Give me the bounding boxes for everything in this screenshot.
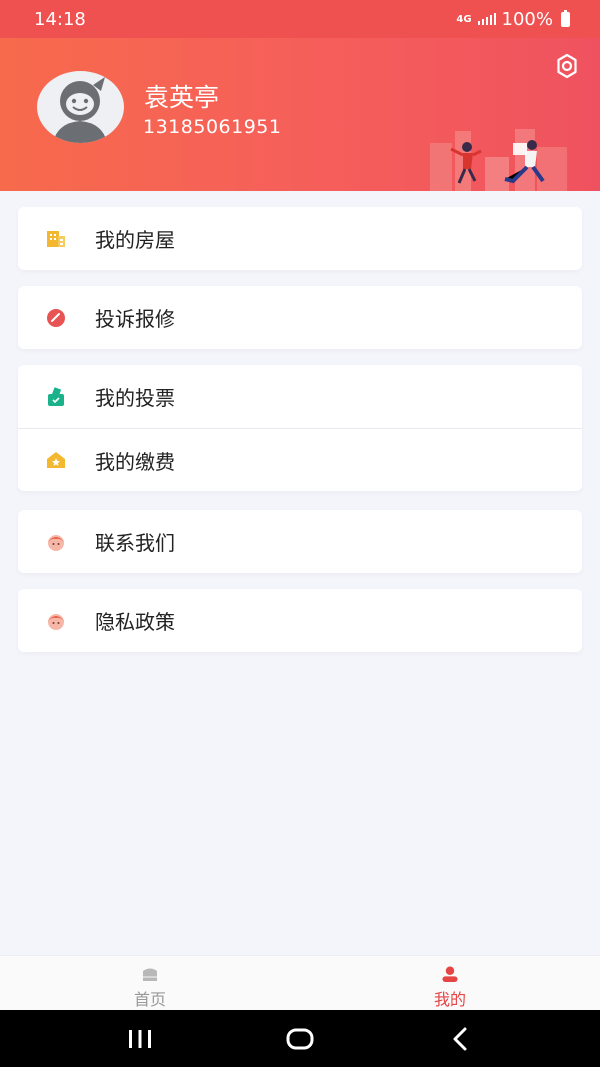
- menu-item-my-vote[interactable]: 我的投票: [18, 365, 582, 428]
- contact-icon: [45, 531, 67, 553]
- tab-mine-label: 我的: [433, 990, 466, 1009]
- status-bar: 14:18 4G 100%: [0, 0, 600, 38]
- user-tab-icon: [442, 966, 458, 982]
- running-people-illustration-icon: [430, 129, 567, 191]
- home-nav-button[interactable]: [270, 1019, 330, 1059]
- bottom-tab-bar: 首页 我的: [0, 955, 600, 1010]
- wrench-icon: [45, 307, 67, 329]
- battery-percent: 100%: [501, 8, 553, 30]
- user-name: 袁英亭: [144, 83, 220, 112]
- tab-mine[interactable]: 我的: [300, 956, 600, 1010]
- recent-apps-button[interactable]: [110, 1019, 170, 1059]
- building-icon: [45, 228, 67, 250]
- home-tab-icon: [143, 968, 157, 981]
- network-type: 4G: [456, 13, 472, 25]
- menu-group-vote-pay: 我的投票 我的缴费: [18, 365, 582, 491]
- menu-label-contact-us: 联系我们: [95, 531, 175, 555]
- back-nav-button[interactable]: [430, 1019, 490, 1059]
- menu-item-privacy-policy[interactable]: 隐私政策: [18, 589, 582, 652]
- menu-group-contact: 联系我们: [18, 510, 582, 573]
- menu-group-house: 我的房屋: [18, 207, 582, 270]
- profile-header: 袁英亭 13185061951: [0, 38, 600, 191]
- system-nav-bar: [0, 1010, 600, 1067]
- menu-label-my-house: 我的房屋: [95, 228, 175, 252]
- privacy-icon: [45, 610, 67, 632]
- menu-item-my-payment[interactable]: 我的缴费: [18, 428, 582, 491]
- avatar[interactable]: [37, 71, 124, 143]
- status-indicators: 4G 100%: [456, 9, 570, 30]
- status-time: 14:18: [34, 8, 86, 30]
- menu-item-complaint-repair[interactable]: 投诉报修: [18, 286, 582, 349]
- menu-label-privacy-policy: 隐私政策: [95, 610, 175, 634]
- default-avatar-icon: [53, 77, 107, 143]
- vote-icon: [45, 386, 67, 408]
- gear-icon: [557, 53, 577, 79]
- menu-item-my-house[interactable]: 我的房屋: [18, 207, 582, 270]
- recent-apps-icon: [129, 1029, 151, 1048]
- menu-group-repair: 投诉报修: [18, 286, 582, 349]
- tab-home[interactable]: 首页: [0, 956, 300, 1010]
- payment-icon: [45, 449, 67, 471]
- home-nav-icon: [286, 1028, 314, 1049]
- tab-home-label: 首页: [133, 990, 166, 1009]
- menu-group-privacy: 隐私政策: [18, 589, 582, 652]
- user-phone: 13185061951: [143, 116, 282, 138]
- battery-icon: [561, 9, 570, 27]
- menu-item-contact-us[interactable]: 联系我们: [18, 510, 582, 573]
- settings-button[interactable]: [552, 51, 582, 81]
- menu-label-complaint-repair: 投诉报修: [95, 307, 175, 331]
- signal-icon: [477, 13, 496, 25]
- menu-label-my-payment: 我的缴费: [95, 449, 175, 474]
- back-icon: [453, 1027, 467, 1050]
- menu-label-my-vote: 我的投票: [95, 386, 175, 410]
